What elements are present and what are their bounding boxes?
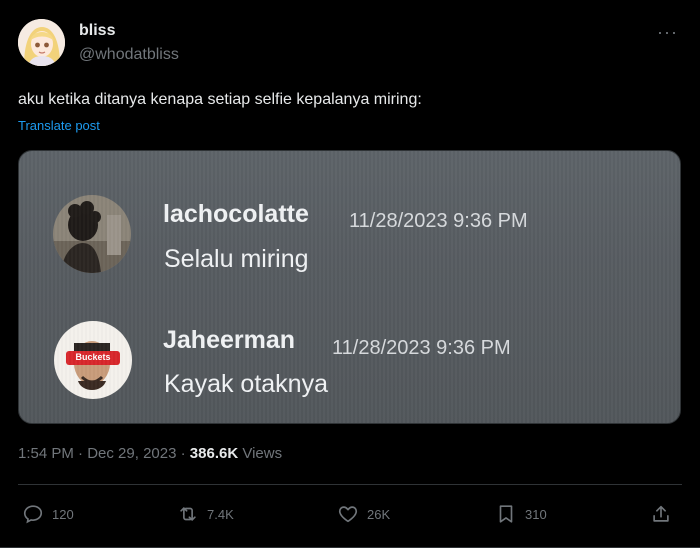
post-metadata: 1:54 PM · Dec 29, 2023 · 386.6K Views (18, 445, 282, 462)
message-username: Jaheerman (163, 326, 296, 354)
bookmark-count: 310 (525, 506, 547, 522)
share-button[interactable] (650, 503, 672, 525)
more-options-icon[interactable]: ··· (657, 22, 678, 43)
share-icon (653, 505, 669, 522)
post-date[interactable]: Dec 29, 2023 (87, 445, 176, 462)
repost-button[interactable]: 7.4K (177, 503, 234, 525)
message-avatar-lachocolatte (53, 195, 131, 273)
translate-post-link[interactable]: Translate post (18, 118, 100, 133)
meta-separator: · (78, 445, 84, 462)
repost-count: 7.4K (207, 506, 234, 522)
author-display-name[interactable]: bliss (79, 22, 115, 40)
like-count: 26K (367, 506, 391, 522)
heart-icon (338, 506, 358, 523)
message-timestamp: 11/28/2023 9:36 PM (349, 210, 528, 232)
bookmark-button[interactable]: 310 (495, 503, 547, 525)
reply-icon (23, 505, 43, 524)
repost-icon (180, 507, 196, 521)
views-label: Views (242, 445, 283, 462)
message-username: lachocolatte (163, 200, 309, 228)
post-time[interactable]: 1:54 PM (18, 445, 74, 462)
views-count: 386.6K (189, 445, 239, 462)
divider (18, 484, 682, 485)
meta-separator: · (180, 445, 186, 462)
buckets-logo-text: Buckets (75, 352, 111, 362)
message-avatar-jaheerman: Buckets (54, 321, 132, 399)
anime-avatar-icon (18, 19, 65, 66)
reply-button[interactable]: 120 (22, 503, 74, 525)
author-avatar[interactable] (18, 19, 65, 66)
post-text: aku ketika ditanya kenapa setiap selfie … (18, 91, 422, 108)
message-text: Kayak otaknya (164, 370, 328, 398)
author-handle[interactable]: @whodatbliss (79, 46, 179, 64)
post-image[interactable]: lachocolatte 11/28/2023 9:36 PM Selalu m… (18, 150, 681, 424)
message-timestamp: 11/28/2023 9:36 PM (332, 337, 511, 359)
user-photo-icon (53, 195, 131, 273)
reply-count: 120 (52, 506, 74, 522)
like-button[interactable]: 26K (337, 503, 390, 525)
message-text: Selalu miring (164, 245, 309, 273)
bookmark-icon (499, 505, 513, 523)
